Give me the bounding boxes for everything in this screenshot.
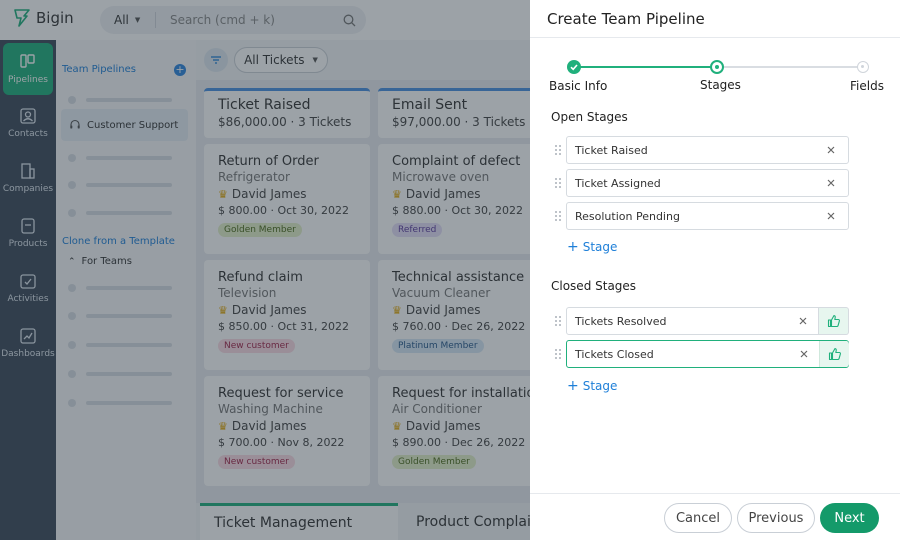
open-stage-row: Resolution Pending (550, 202, 850, 230)
step-label-basic-info: Basic Info (549, 79, 608, 93)
stage-name-value: Tickets Resolved (575, 314, 667, 328)
drag-handle-icon[interactable] (550, 177, 566, 189)
remove-stage-icon[interactable] (824, 176, 838, 190)
step-current-indicator[interactable] (710, 60, 724, 74)
step-label-stages: Stages (700, 78, 741, 92)
step-connector-pending (722, 66, 863, 68)
open-stages-heading: Open Stages (551, 110, 628, 124)
remove-stage-icon[interactable] (824, 209, 838, 223)
won-stage-toggle[interactable] (819, 341, 849, 367)
cancel-button[interactable]: Cancel (664, 503, 732, 533)
stage-name-input[interactable]: Ticket Raised (566, 136, 849, 164)
closed-stages-heading: Closed Stages (551, 279, 637, 293)
closed-stage-row: Tickets Resolved (550, 307, 850, 335)
open-stage-row: Ticket Raised (550, 136, 850, 164)
stage-name-input[interactable]: Ticket Assigned (566, 169, 849, 197)
remove-stage-icon[interactable] (796, 314, 810, 328)
stage-name-input[interactable]: Tickets Resolved (566, 307, 819, 335)
wizard-stepper: Basic Info Stages Fields (530, 38, 900, 98)
remove-stage-icon[interactable] (824, 143, 838, 157)
open-stage-row: Ticket Assigned (550, 169, 850, 197)
create-team-pipeline-drawer: Create Team Pipeline Basic Info Stages F… (530, 0, 900, 540)
add-stage-label: Stage (582, 240, 618, 254)
add-stage-label: Stage (582, 379, 618, 393)
drag-handle-icon[interactable] (550, 144, 566, 156)
stage-name-value: Resolution Pending (575, 209, 680, 223)
step-upcoming-indicator[interactable] (857, 61, 869, 73)
stage-name-value: Ticket Raised (575, 143, 648, 157)
remove-stage-icon[interactable] (797, 347, 811, 361)
stage-name-input[interactable]: Resolution Pending (566, 202, 849, 230)
step-connector-complete (573, 66, 716, 68)
stage-name-value: Tickets Closed (575, 347, 654, 361)
check-icon (570, 64, 578, 71)
drag-handle-icon[interactable] (550, 315, 566, 327)
add-closed-stage-button[interactable]: + Stage (567, 378, 617, 394)
previous-button[interactable]: Previous (737, 503, 815, 533)
drag-handle-icon[interactable] (550, 348, 566, 360)
plus-icon: + (567, 378, 579, 394)
drawer-title: Create Team Pipeline (547, 10, 705, 28)
drawer-footer: Cancel Previous Next (530, 493, 900, 540)
modal-overlay[interactable] (0, 0, 530, 540)
closed-stage-row: Tickets Closed (550, 340, 850, 368)
stage-name-value: Ticket Assigned (575, 176, 661, 190)
step-done-indicator[interactable] (567, 60, 581, 74)
step-upcoming-dot (861, 65, 864, 68)
add-open-stage-button[interactable]: + Stage (567, 239, 617, 255)
next-button[interactable]: Next (820, 503, 879, 533)
step-current-dot (715, 65, 719, 69)
won-stage-toggle[interactable] (819, 307, 849, 335)
drawer-header: Create Team Pipeline (530, 0, 900, 38)
step-label-fields: Fields (850, 79, 884, 93)
thumbs-up-icon (827, 314, 840, 328)
plus-icon: + (567, 239, 579, 255)
thumbs-up-icon (828, 347, 841, 361)
drag-handle-icon[interactable] (550, 210, 566, 222)
